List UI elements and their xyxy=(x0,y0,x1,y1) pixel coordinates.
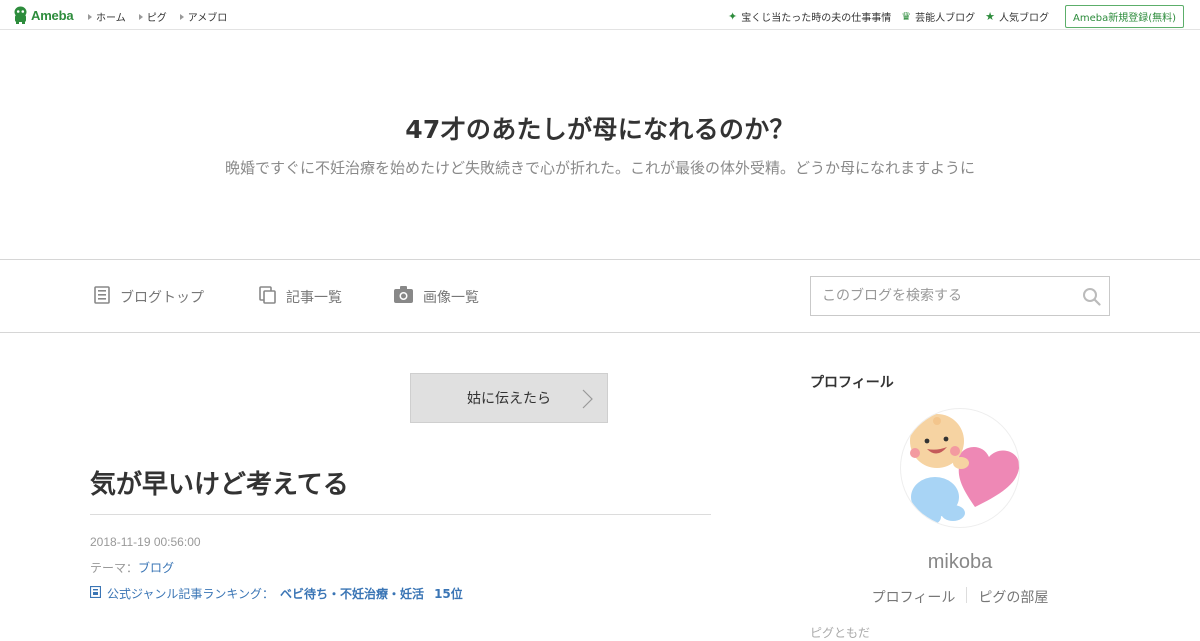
ranking-label: 公式ジャンル記事ランキング： xyxy=(107,587,275,601)
entry-list-link[interactable]: 記事一覧 xyxy=(259,286,342,308)
camera-icon xyxy=(394,286,413,307)
celebrity-blog-label: 芸能人ブログ xyxy=(915,13,976,24)
chevron-right-icon xyxy=(581,389,593,413)
nav-pigg-link[interactable]: ピグ xyxy=(138,9,167,24)
nav-ameblo-link[interactable]: アメブロ xyxy=(179,9,228,24)
profile-username[interactable]: mikoba xyxy=(810,551,1110,574)
blog-search xyxy=(810,276,1110,316)
profile-heading: プロフィール xyxy=(810,375,894,391)
blog-description: 晩婚ですぐに不妊治療を始めたけど失敗続きで心が折れた。これが最後の体外受精。どう… xyxy=(224,159,975,177)
ameba-logo[interactable]: Ameba xyxy=(13,6,74,24)
global-nav: ホーム ピグ アメブロ xyxy=(88,9,227,24)
theme-label: テーマ： xyxy=(90,561,139,575)
blog-top-label: ブログトップ xyxy=(120,290,204,306)
blog-nav: ブログトップ 記事一覧 画像一覧 xyxy=(0,259,1200,333)
popular-blog-label: 人気ブログ xyxy=(998,13,1049,24)
ranking-link[interactable]: 公式ジャンル記事ランキング： ベビ待ち・不妊治療・妊活 15位 xyxy=(89,585,463,602)
theme-link[interactable]: ブログ xyxy=(138,561,174,575)
logo-text: Ameba xyxy=(31,7,74,23)
nav-ameblo-label: アメブロ xyxy=(187,13,228,24)
global-right-links: ✦ 宝くじ当たった時の夫の仕事事情 ♛ 芸能人ブログ ★ 人気ブログ Ameba新規登… xyxy=(728,5,1184,28)
search-icon[interactable] xyxy=(1082,287,1101,310)
pigg-friends-heading: ピグともだ xyxy=(810,626,871,640)
previous-entry-button[interactable]: 姑に伝えたら xyxy=(410,373,608,423)
pigg-room-link[interactable]: ピグの部屋 xyxy=(978,587,1048,607)
avatar[interactable] xyxy=(900,408,1020,528)
profile-links: プロフィール ピグの部屋 xyxy=(810,587,1110,607)
entry-theme: テーマ：ブログ xyxy=(90,559,174,576)
profile-link[interactable]: プロフィール xyxy=(872,587,956,607)
entry-list-label: 記事一覧 xyxy=(286,290,342,306)
ranking-position: 15位 xyxy=(434,587,463,601)
global-header: Ameba ホーム ピグ アメブロ ✦ 宝くじ当たった時の夫の仕事事情 ♛ 芸能人ブ… xyxy=(0,0,1200,30)
image-list-link[interactable]: 画像一覧 xyxy=(394,286,479,307)
blog-header: 47才のあたしが母になれるのか？ 晩婚ですぐに不妊治療を始めたけど失敗続きで心が… xyxy=(0,30,1200,259)
popular-blog-link[interactable]: ★ 人気ブログ xyxy=(985,9,1049,24)
signup-button[interactable]: Ameba新規登録(無料) xyxy=(1064,5,1184,28)
crown-icon: ♛ xyxy=(901,10,912,23)
image-list-label: 画像一覧 xyxy=(423,289,479,306)
ranking-genre: ベビ待ち・不妊治療・妊活 xyxy=(280,587,425,601)
sparkle-icon: ✦ xyxy=(728,10,738,23)
separator xyxy=(966,587,968,603)
triangle-right-icon xyxy=(88,13,92,20)
celebrity-blog-link[interactable]: ♛ 芸能人ブログ xyxy=(901,9,975,24)
triangle-right-icon xyxy=(179,13,184,20)
star-icon: ★ xyxy=(985,10,995,23)
blog-title[interactable]: 47才のあたしが母になれるのか？ xyxy=(0,110,1200,146)
lottery-article-label: 宝くじ当たった時の夫の仕事事情 xyxy=(741,13,892,24)
triangle-right-icon xyxy=(138,13,143,20)
document-icon xyxy=(94,286,110,308)
ranking-badge-icon xyxy=(89,585,102,601)
nav-pigg-label: ピグ xyxy=(146,13,167,24)
divider xyxy=(90,514,711,515)
blog-top-link[interactable]: ブログトップ xyxy=(94,286,204,308)
entry-title[interactable]: 気が早いけど考えてる xyxy=(90,464,349,501)
nav-home-label: ホーム xyxy=(96,13,126,24)
nav-home-link[interactable]: ホーム xyxy=(88,9,126,24)
copy-documents-icon xyxy=(259,286,276,308)
search-input[interactable] xyxy=(811,277,1071,315)
previous-entry-label: 姑に伝えたら xyxy=(467,391,551,407)
ameba-mascot-icon xyxy=(13,6,28,24)
lottery-article-link[interactable]: ✦ 宝くじ当たった時の夫の仕事事情 xyxy=(728,9,891,24)
entry-date: 2018-11-19 00:56:00 xyxy=(90,535,201,549)
